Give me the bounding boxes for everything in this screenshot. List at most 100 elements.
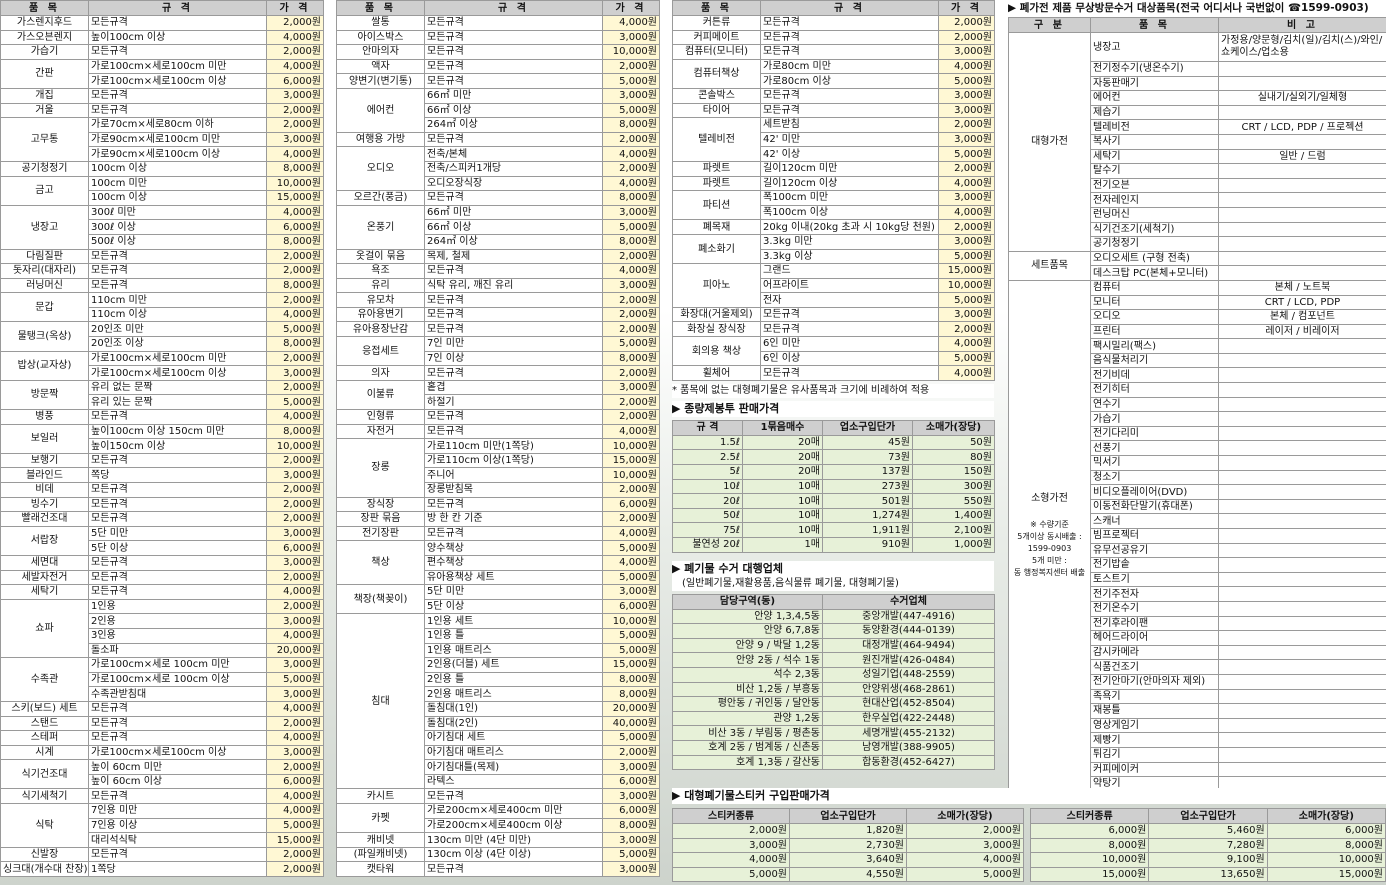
table-row: 시계 가로100cm×세로100cm 이상 3,000원 — [0, 744, 324, 761]
item-price: 2,000원 — [266, 15, 324, 31]
item-spec: 모든규격 — [88, 44, 267, 60]
appliance-item: 팩시밀리(팩스) — [1090, 338, 1219, 354]
item-price: 4,000원 — [266, 58, 324, 75]
item-spec: 높이 60cm 이상 — [88, 773, 267, 790]
appliance-note — [1218, 163, 1386, 179]
item-price: 3,000원 — [938, 306, 995, 323]
sticker-table-left: 스티커종류 업소구입단가 소매가(장당) 2,000원 1,820원 2,000원 3,00… — [672, 808, 1024, 883]
table-row: 평안동 / 귀인동 / 달안동 현대산업(452-8504) — [672, 696, 995, 712]
table-row: 관양 1,2동 한우실업(422-2448) — [672, 710, 995, 727]
table-row: 아이스박스 모든규격 3,000원 — [336, 29, 660, 46]
item-price: 2,000원 — [266, 452, 324, 469]
agency-section-title: ▶ 폐기물 수거 대행업체 — [672, 560, 994, 577]
bag-cell: 10매 — [742, 507, 823, 524]
item-name: 커피메이트 — [672, 29, 761, 46]
sticker-cell: 4,000원 — [672, 852, 790, 868]
item-price: 2,000원 — [938, 15, 995, 31]
header-row: 스티커종류 업소구입단가 소매가(장당) — [1029, 808, 1386, 824]
collection-note: 5개 미만 : — [1032, 556, 1067, 566]
item-name: 물탱크(옥상) — [0, 321, 89, 352]
item-spec: 하절기 — [424, 394, 603, 411]
item-price: 5,000원 — [938, 248, 995, 265]
appliance-item: 가습기 — [1090, 411, 1219, 427]
item-spec: 모든규격 — [760, 306, 939, 323]
item-price: 2,000원 — [602, 131, 660, 148]
sticker-section: ▶ 대형폐기물스티커 구입판매가격 스티커종류 업소구입단가 소매가(장당) 2,000… — [672, 788, 1386, 883]
agency-company: 합동환경(452-6427) — [822, 754, 995, 771]
table-row: 러닝머신 모든규격 8,000원 — [0, 277, 324, 294]
item-spec: 모든규격 — [424, 365, 603, 381]
item-price: 4,000원 — [266, 803, 324, 819]
appliance-note — [1218, 133, 1386, 150]
item-price: 3,000원 — [602, 87, 660, 104]
appliance-note — [1218, 352, 1386, 369]
table-row: 수족관 가로100cm×세로 100cm 미만 3,000원 — [0, 657, 324, 702]
table-row: 가스오븐렌지 높이100cm 이상 4,000원 — [0, 29, 324, 46]
item-spec: 모든규격 — [424, 58, 603, 75]
item-price: 6,000원 — [602, 598, 660, 615]
item-price: 3,000원 — [602, 759, 660, 775]
table-row: 유리 식탁 유리, 깨진 유리 3,000원 — [336, 277, 660, 294]
item-spec: 6인 미만 — [760, 336, 939, 352]
appliance-item: 빔프로젝터 — [1090, 528, 1219, 544]
item-spec: 2인용 매트리스 — [424, 686, 603, 702]
bag-cell: 150원 — [912, 464, 995, 480]
item-spec: 66㎡ 이상 — [424, 102, 603, 119]
table-row: 오르간(풍금) 모든규격 8,000원 — [336, 190, 660, 206]
table-row: 쌀통 모든규격 4,000원 — [336, 15, 660, 31]
column-header: 비 고 — [1218, 17, 1386, 33]
appliance-item: 헤어드라이어 — [1090, 630, 1219, 646]
item-name: 보행기 — [0, 452, 89, 469]
item-spec: 모든규격 — [424, 423, 603, 440]
item-spec: 모든규격 — [760, 321, 939, 338]
table-row: 의자 모든규격 2,000원 — [336, 365, 660, 381]
item-name: 빨래건조대 — [0, 511, 89, 527]
sticker-cell: 3,000원 — [906, 837, 1024, 854]
appliance-item: 전기다리미 — [1090, 425, 1219, 442]
table-row: 커피메이트 모든규격 2,000원 — [672, 29, 995, 46]
appliance-note: 본체 / 노트북 — [1218, 279, 1386, 296]
item-name: 타이어 — [672, 102, 761, 119]
sticker-cell: 3,000원 — [672, 837, 790, 854]
item-name: 유모차 — [336, 292, 425, 308]
item-spec: 가로110cm 이상(1쪽당) — [424, 452, 603, 469]
appliance-item: 오디오 — [1090, 309, 1219, 325]
bag-cell: 137원 — [822, 464, 913, 480]
table-row: 가습기 모든규격 2,000원 — [0, 44, 324, 60]
item-name: 세면대 — [0, 554, 89, 571]
agency-area: 안양 1,3,4,5동 — [672, 608, 823, 625]
agency-area: 석수 2,3동 — [672, 666, 823, 683]
table-row: 식기건조대 높이 60cm 미만 2,000원 — [0, 759, 324, 790]
item-spec: 라텍스 — [424, 773, 603, 790]
big-category: 대형가전 — [1008, 32, 1091, 252]
bag-cell: 2,100원 — [912, 522, 995, 538]
item-name: 온풍기 — [336, 204, 425, 250]
item-price: 10,000원 — [602, 44, 660, 60]
item-spec: 모든규격 — [88, 87, 267, 104]
item-spec: 7인용 이상 — [88, 817, 267, 834]
item-price: 5,000원 — [938, 350, 995, 367]
table-row: 2,000원 1,820원 2,000원 — [672, 823, 1024, 839]
appliance-item: 음식물처리기 — [1090, 352, 1219, 369]
item-spec: 모든규격 — [88, 569, 267, 586]
table-row: 개집 모든규격 3,000원 — [0, 87, 324, 104]
column-header: 품 목 — [336, 0, 425, 16]
item-price: 2,000원 — [602, 248, 660, 265]
item-spec: 모든규격 — [760, 44, 939, 60]
item-spec: 모든규격 — [424, 861, 603, 878]
item-spec: 아기침대 세트 — [424, 730, 603, 746]
appliance-item: 제습기 — [1090, 104, 1219, 121]
appliance-section-title: ▶ 폐가전 제품 무상방문수거 대상품목(전국 어디서나 국번없이 ☎1599-… — [1008, 0, 1386, 17]
item-name: 에어컨 — [336, 87, 425, 133]
item-spec: 전자 — [760, 292, 939, 308]
table-row: 5ℓ 20매 137원 150원 — [672, 464, 995, 480]
item-spec: 5단 미만 — [88, 525, 267, 542]
item-name: 시계 — [0, 744, 89, 761]
appliance-item: 식기건조기(세척기) — [1090, 221, 1219, 238]
item-name: 피아노 — [672, 263, 761, 308]
bag-cell: 20매 — [742, 464, 823, 480]
item-spec: 모든규격 — [424, 321, 603, 338]
item-spec: 주니어 — [424, 467, 603, 483]
item-spec: 모든규격 — [88, 102, 267, 119]
appliance-item: 자동판매기 — [1090, 75, 1219, 92]
